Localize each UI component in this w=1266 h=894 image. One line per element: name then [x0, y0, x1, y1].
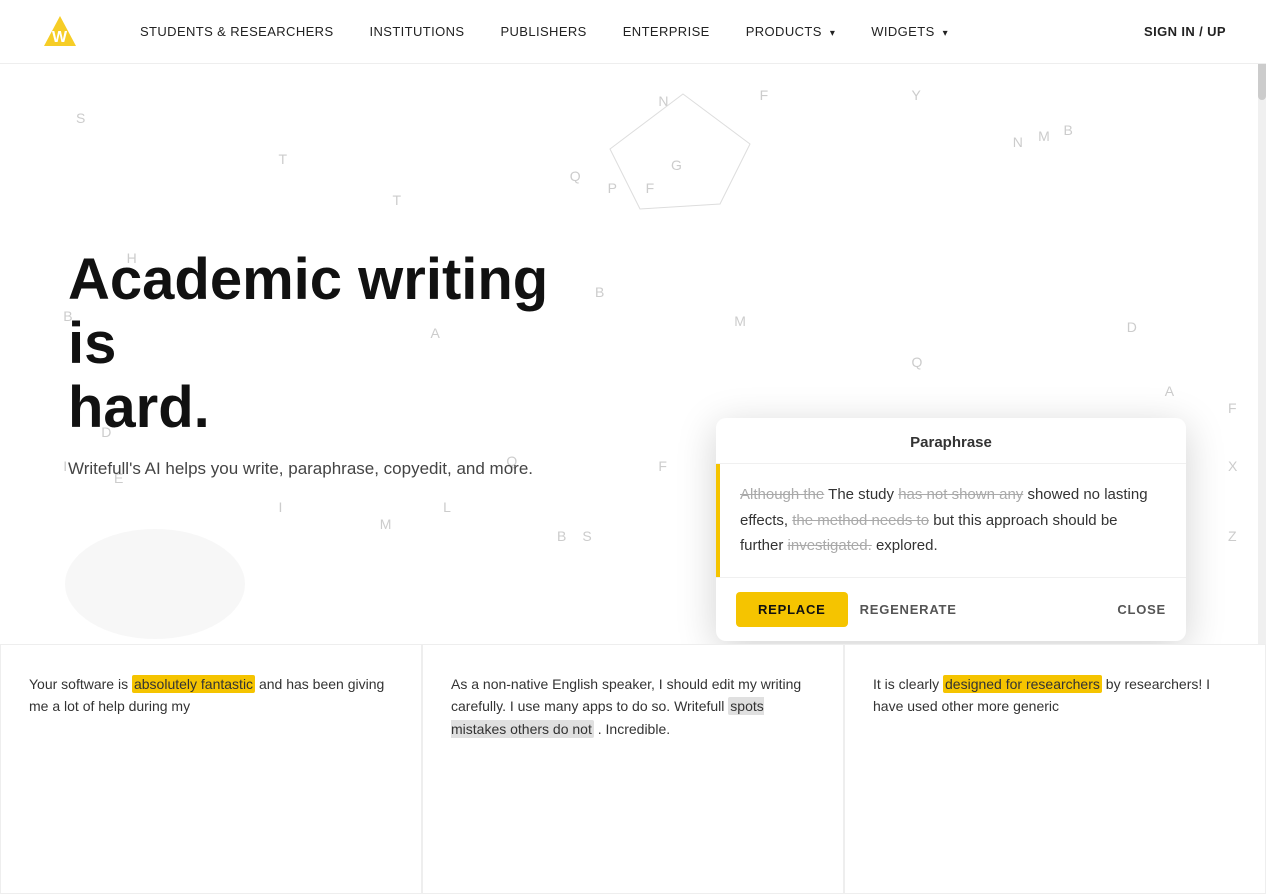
svg-text:W: W — [52, 29, 68, 46]
popup-title: Paraphrase — [716, 418, 1186, 464]
popup-strikethrough-4: investigated. — [788, 537, 872, 554]
testimonial-card-2: As a non-native English speaker, I shoul… — [422, 644, 844, 894]
testimonial-1-highlight: absolutely fantastic — [132, 675, 255, 693]
nav-item-widgets[interactable]: WIDGETS ▾ — [871, 23, 948, 41]
nav-item-products[interactable]: PRODUCTS ▾ — [746, 23, 836, 41]
nav-item-institutions[interactable]: INSTITUTIONS — [370, 23, 465, 41]
testimonial-2-text-after: . Incredible. — [598, 721, 670, 737]
testimonial-3-text-before: It is clearly — [873, 676, 943, 692]
testimonial-card-3: It is clearly designed for researchers b… — [844, 644, 1266, 894]
nav-links: STUDENTS & RESEARCHERS INSTITUTIONS PUBL… — [140, 23, 1144, 41]
hero-heading: Academic writing is hard. — [68, 248, 588, 439]
signin-link[interactable]: SIGN IN / UP — [1144, 24, 1226, 39]
popup-accent-bar — [716, 464, 720, 577]
paraphrase-popup: Paraphrase Although the The study has no… — [716, 418, 1186, 641]
popup-strikethrough-3: the method needs to — [792, 512, 929, 529]
testimonials-section: Your software is absolutely fantastic an… — [0, 644, 1266, 894]
testimonial-card-1: Your software is absolutely fantastic an… — [0, 644, 422, 894]
testimonial-3-highlight: designed for researchers — [943, 675, 1102, 693]
nav-item-publishers[interactable]: PUBLISHERS — [500, 23, 586, 41]
products-arrow-icon: ▾ — [830, 28, 835, 39]
testimonial-1-text-before: Your software is — [29, 676, 132, 692]
popup-strikethrough-1: Although the — [740, 486, 824, 503]
hero-subtext: Writefull's AI helps you write, paraphra… — [68, 459, 548, 479]
nav-item-students[interactable]: STUDENTS & RESEARCHERS — [140, 23, 334, 41]
logo[interactable]: W — [40, 12, 80, 52]
regenerate-button[interactable]: REGENERATE — [860, 602, 957, 617]
popup-normal-4: explored. — [876, 537, 938, 554]
replace-button[interactable]: REPLACE — [736, 592, 848, 627]
widgets-arrow-icon: ▾ — [943, 28, 948, 39]
nav-item-enterprise[interactable]: ENTERPRISE — [623, 23, 710, 41]
hero-section: Academic writing is hard. Writefull's AI… — [0, 128, 1266, 708]
navbar: W STUDENTS & RESEARCHERS INSTITUTIONS PU… — [0, 0, 1266, 64]
popup-strikethrough-2: has not shown any — [898, 486, 1023, 503]
popup-footer: REPLACE REGENERATE CLOSE — [716, 577, 1186, 641]
popup-body: Although the The study has not shown any… — [716, 464, 1186, 577]
close-button[interactable]: CLOSE — [1117, 602, 1166, 617]
popup-the-study: The study — [828, 486, 894, 503]
